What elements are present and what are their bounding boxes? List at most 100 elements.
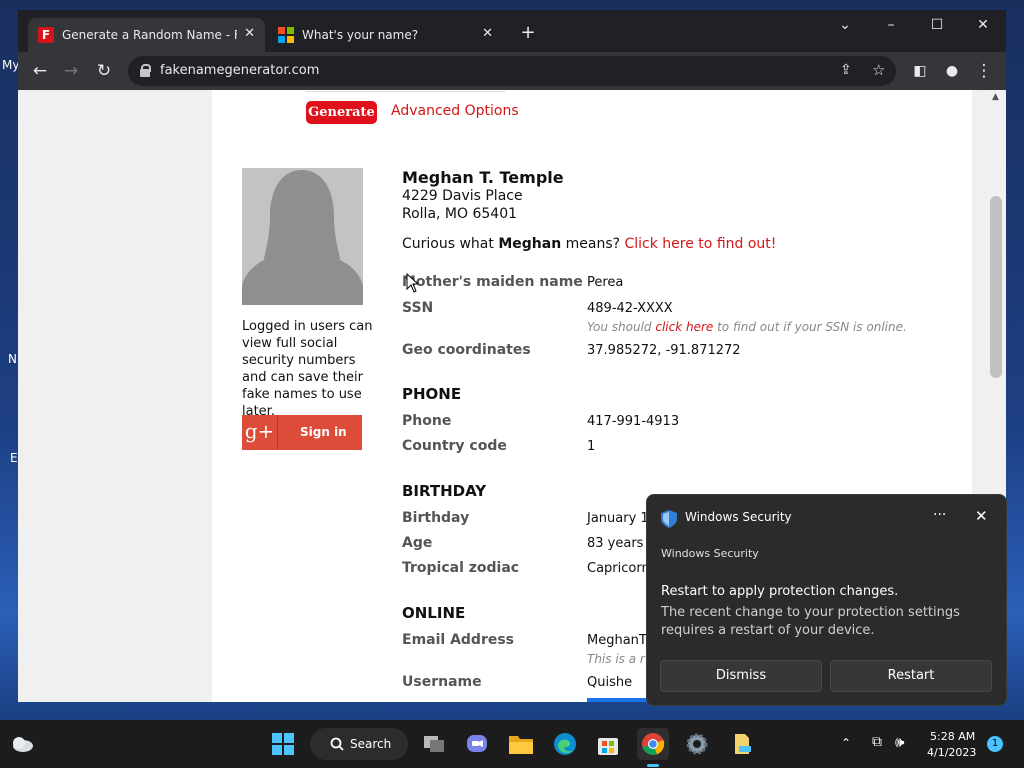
address-bar[interactable]: fakenamegenerator.com ⇪ ☆ (128, 56, 896, 86)
curious-middle: means? (561, 236, 625, 252)
microsoft-favicon (278, 27, 294, 43)
avatar (242, 168, 363, 305)
show-hidden-icons-icon[interactable]: ⌃ (841, 736, 851, 750)
taskbar-search-button[interactable]: Search (310, 728, 408, 760)
bookmark-star-icon[interactable]: ☆ (872, 61, 885, 79)
section-heading: PHONE (402, 385, 462, 403)
mouse-cursor-icon (406, 273, 418, 293)
field-value: 83 years (587, 536, 644, 551)
back-arrow-icon[interactable]: ← (29, 60, 51, 82)
clock-time[interactable]: 5:28 AM (930, 730, 975, 743)
restart-button[interactable]: Restart (830, 660, 992, 692)
tab-fake-name-generator[interactable]: F Generate a Random Name - Fake ✕ (28, 18, 265, 52)
shield-icon (661, 510, 677, 528)
chrome-icon[interactable] (637, 728, 669, 760)
name-meaning-link[interactable]: Click here to find out! (625, 236, 777, 252)
more-options-icon[interactable]: ··· (933, 507, 946, 523)
notification-badge[interactable]: 1 (987, 736, 1003, 752)
store-icon[interactable] (592, 728, 624, 760)
new-tab-button[interactable]: + (513, 18, 543, 50)
field-label: Phone (402, 413, 452, 429)
side-panel-icon[interactable]: ◧ (909, 60, 931, 82)
curious-prefix: Curious what (402, 236, 499, 252)
search-icon (330, 737, 344, 751)
tab-strip: F Generate a Random Name - Fake ✕ What's… (18, 10, 1006, 52)
tab-search-icon[interactable]: ⌄ (822, 10, 868, 42)
ssn-note: You should click here to find out if you… (587, 320, 907, 334)
minimize-button[interactable]: – (868, 10, 914, 42)
settings-gear-icon[interactable] (681, 728, 713, 760)
active-app-indicator (647, 764, 659, 767)
email-note: This is a r (587, 652, 645, 666)
field-value: Capricorn (587, 561, 650, 576)
ssn-check-link[interactable]: click here (655, 320, 713, 334)
field-label: Age (402, 535, 433, 551)
field-label: Tropical zodiac (402, 560, 520, 576)
divider (306, 90, 506, 92)
desktop-icon-label[interactable]: E (10, 451, 18, 465)
volume-icon[interactable]: 🕪 (895, 733, 904, 751)
field-label: Mother's maiden name (402, 274, 583, 290)
clock-date[interactable]: 4/1/2023 (927, 746, 976, 759)
section-heading: ONLINE (402, 604, 466, 622)
address-line: Rolla, MO 65401 (402, 206, 518, 222)
reload-icon[interactable]: ↻ (93, 60, 115, 82)
task-view-icon[interactable] (418, 728, 450, 760)
maximize-button[interactable]: ☐ (914, 10, 960, 42)
share-icon[interactable]: ⇪ (840, 62, 852, 78)
close-notification-icon[interactable]: ✕ (975, 507, 988, 525)
notification-heading: Restart to apply protection changes. (661, 584, 899, 599)
dismiss-button[interactable]: Dismiss (660, 660, 822, 692)
advanced-options-link[interactable]: Advanced Options (391, 103, 519, 119)
scroll-up-icon[interactable]: ▲ (992, 92, 999, 102)
notification-title: Windows Security (685, 510, 792, 524)
field-value: 1 (587, 439, 596, 454)
forward-arrow-icon[interactable]: → (60, 60, 82, 82)
google-plus-icon: g+ (242, 415, 278, 450)
silhouette-icon (242, 170, 363, 305)
geo-coordinates-link[interactable]: 37.985272, -91.871272 (587, 343, 741, 358)
edge-icon[interactable] (549, 728, 581, 760)
browser-toolbar: ← → ↻ fakenamegenerator.com ⇪ ☆ ◧ ● ⋮ (18, 52, 1006, 90)
first-name: Meghan (498, 236, 562, 252)
desktop-icon-label[interactable]: N (8, 352, 17, 366)
field-label: Geo coordinates (402, 342, 531, 358)
field-value: 489-42-XXXX (587, 301, 673, 316)
profile-icon[interactable]: ● (941, 60, 963, 82)
section-heading: BIRTHDAY (402, 482, 487, 500)
file-explorer-icon[interactable] (505, 728, 537, 760)
notification-app-name: Windows Security (661, 547, 759, 560)
desktop-icon-label[interactable]: My (2, 58, 19, 72)
teams-chat-icon[interactable] (461, 728, 493, 760)
generate-button[interactable]: Generate (306, 101, 377, 124)
network-icon[interactable]: ⧉ (872, 734, 882, 750)
name-meaning: Curious what Meghan means? Click here to… (402, 236, 776, 252)
tab-title: What's your name? (302, 28, 419, 42)
weather-icon[interactable] (6, 728, 38, 760)
ssn-note-prefix: You should (587, 320, 656, 334)
scrollbar-thumb[interactable] (990, 196, 1002, 378)
close-window-button[interactable]: ✕ (960, 10, 1006, 42)
person-name: Meghan T. Temple (402, 168, 564, 187)
field-value: Quishe (587, 675, 633, 690)
taskbar: Search ⌃ ⧉ 🕪 5:28 AM 4/1/2023 1 (0, 720, 1024, 768)
field-value: 417-991-4913 (587, 414, 680, 429)
windows-start-icon[interactable] (267, 728, 299, 760)
windows-security-notification: Windows Security ··· ✕ Windows Security … (646, 494, 1007, 706)
ssn-note-suffix: to find out if your SSN is online. (713, 320, 907, 334)
close-tab-icon[interactable]: ✕ (244, 26, 255, 41)
field-value: Perea (587, 275, 624, 290)
field-label: SSN (402, 300, 434, 316)
field-label: Email Address (402, 632, 515, 648)
lock-icon (140, 64, 151, 77)
tab-whats-your-name[interactable]: What's your name? ✕ (268, 18, 503, 52)
field-value: January 1 (587, 511, 649, 526)
fake-name-generator-favicon: F (38, 27, 54, 43)
menu-dots-icon[interactable]: ⋮ (973, 60, 995, 82)
signin-label: Sign in (300, 425, 347, 439)
google-signin-button[interactable]: g+ Sign in (242, 415, 362, 450)
field-value: MeghanT (587, 633, 647, 648)
notification-message: The recent change to your protection set… (661, 605, 960, 638)
close-tab-icon[interactable]: ✕ (482, 26, 493, 41)
notepad-icon[interactable] (726, 728, 758, 760)
